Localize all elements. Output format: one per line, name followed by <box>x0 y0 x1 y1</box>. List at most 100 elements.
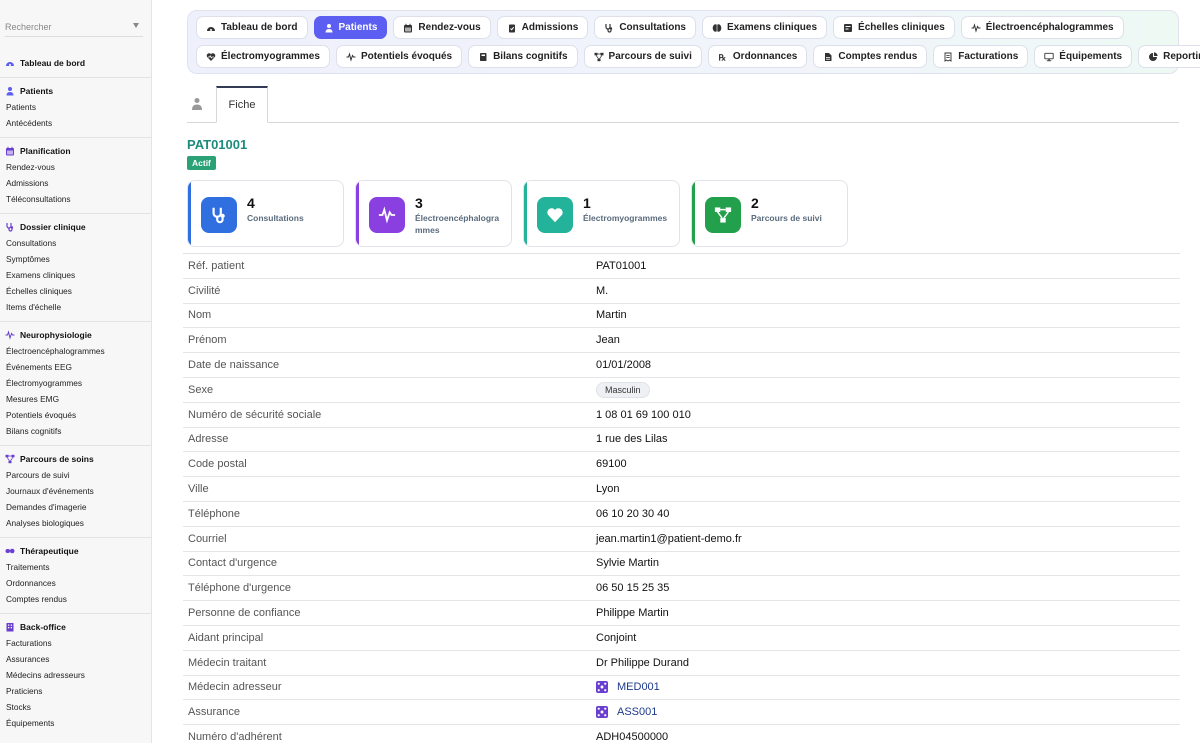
nav-button[interactable]: ℞ Ordonnances <box>707 45 808 68</box>
search-input[interactable] <box>5 17 123 37</box>
sidebar-heading-planning[interactable]: Planification <box>0 143 151 159</box>
user-icon <box>324 23 339 33</box>
monitor-icon <box>1044 52 1059 62</box>
sidebar-item[interactable]: Admissions <box>0 175 151 191</box>
tab-fiche[interactable]: Fiche <box>216 86 268 123</box>
sidebar-item[interactable]: Analyses biologiques <box>0 515 151 531</box>
sidebar-heading-clinical[interactable]: Dossier clinique <box>0 219 151 235</box>
sidebar-item[interactable]: Mesures EMG <box>0 391 151 407</box>
nav-button[interactable]: Facturations <box>933 45 1029 68</box>
sidebar-item[interactable]: Rendez-vous <box>0 159 151 175</box>
card-accent-bar <box>188 181 191 246</box>
sidebar-item[interactable]: Événements EEG <box>0 359 151 375</box>
pills-icon <box>5 546 15 556</box>
sidebar-item[interactable]: Traitements <box>0 559 151 575</box>
sidebar-item[interactable]: Antécédents <box>0 115 151 131</box>
sidebar-item[interactable]: Items d'échelle <box>0 299 151 315</box>
nav-button[interactable]: Électromyogrammes <box>196 45 330 68</box>
pie-chart-icon <box>1148 51 1163 62</box>
row-value: Jean <box>596 334 620 346</box>
nav-button[interactable]: Bilans cognitifs <box>468 45 578 68</box>
sidebar-heading-neuro[interactable]: Neurophysiologie <box>0 327 151 343</box>
table-row: Ville Lyon <box>183 477 1180 502</box>
card-accent-bar <box>356 181 359 246</box>
nav-button-label: Ordonnances <box>732 51 798 62</box>
sidebar-item[interactable]: Médecins adresseurs <box>0 667 151 683</box>
card-count: 2 <box>751 195 759 211</box>
stat-card[interactable]: 3 Électroencéphalogrammes <box>355 180 512 247</box>
nav-button[interactable]: Patients <box>313 16 388 39</box>
nav-button[interactable]: Rendez-vous <box>393 16 491 39</box>
reference-link[interactable]: MED001 <box>617 681 660 693</box>
sidebar-item[interactable]: Parcours de suivi <box>0 467 151 483</box>
nav-button[interactable]: Admissions <box>496 16 589 39</box>
sidebar-item[interactable]: Échelles cliniques <box>0 283 151 299</box>
nav-button[interactable]: Comptes rendus <box>813 45 928 68</box>
nav-button[interactable]: Électroencéphalogrammes <box>960 16 1124 39</box>
row-label: Code postal <box>188 458 247 471</box>
nav-button-label: Patients <box>338 22 378 33</box>
sidebar-item[interactable]: Symptômes <box>0 251 151 267</box>
table-row: Courriel jean.martin1@patient-demo.fr <box>183 527 1180 552</box>
sidebar-item[interactable]: Assurances <box>0 651 151 667</box>
sidebar-item[interactable]: Consultations <box>0 235 151 251</box>
nav-button[interactable]: Examens cliniques <box>702 16 828 39</box>
row-label: Numéro de sécurité sociale <box>188 408 322 421</box>
sidebar-heading-label: Neurophysiologie <box>20 330 92 340</box>
nav-button-label: Admissions <box>521 22 579 33</box>
card-label: Électromyogrammes <box>583 213 668 223</box>
sidebar-item[interactable]: Stocks <box>0 699 151 715</box>
nav-button[interactable]: Consultations <box>594 16 696 39</box>
nav-button[interactable]: Reporting <box>1138 45 1200 68</box>
sidebar-item[interactable]: Équipements <box>0 715 151 731</box>
sidebar-heading-dashboard[interactable]: Tableau de bord <box>0 55 151 71</box>
nav-button[interactable]: Tableau de bord <box>196 16 308 39</box>
sidebar-item[interactable]: Ordonnances <box>0 575 151 591</box>
nav-button[interactable]: Échelles cliniques <box>833 16 955 39</box>
sidebar-item[interactable]: Journaux d'événements <box>0 483 151 499</box>
sidebar-heading-therapy[interactable]: Thérapeutique <box>0 543 151 559</box>
row-value-text: 1 08 01 69 100 010 <box>596 408 691 421</box>
sidebar-heading-patients[interactable]: Patients <box>0 83 151 99</box>
sidebar-heading-label: Patients <box>20 86 54 96</box>
sidebar-heading-care[interactable]: Parcours de soins <box>0 451 151 467</box>
heart-pulse-icon <box>537 197 573 233</box>
sidebar-item[interactable]: Comptes rendus <box>0 591 151 607</box>
link-ref-icon <box>596 706 608 719</box>
sidebar-item[interactable]: Électromyogrammes <box>0 375 151 391</box>
sidebar-item[interactable]: Potentiels évoqués <box>0 407 151 423</box>
sidebar-heading-backoffice[interactable]: Back-office <box>0 619 151 635</box>
stat-card[interactable]: 1 Électromyogrammes <box>523 180 680 247</box>
sidebar-item[interactable]: Téléconsultations <box>0 191 151 207</box>
status-badge: Actif <box>187 156 216 170</box>
row-label: Médecin adresseur <box>188 681 282 694</box>
card-count: 1 <box>583 195 591 211</box>
patient-icon[interactable] <box>191 97 203 111</box>
user-icon <box>5 86 15 96</box>
row-value-text: M. <box>596 284 609 297</box>
stat-card[interactable]: 2 Parcours de suivi <box>691 180 848 247</box>
card-accent-bar <box>692 181 695 246</box>
sidebar-item[interactable]: Demandes d'imagerie <box>0 499 151 515</box>
stat-card[interactable]: 4 Consultations <box>187 180 344 247</box>
nav-button[interactable]: Potentiels évoqués <box>335 45 463 68</box>
chevron-down-icon[interactable] <box>133 23 139 28</box>
row-value-text: ADH04500000 <box>596 731 669 743</box>
row-value: jean.martin1@patient-demo.fr <box>596 533 742 545</box>
table-row: Date de naissance 01/01/2008 <box>183 353 1180 378</box>
row-label: Date de naissance <box>188 359 280 372</box>
row-value: ADH04500000 <box>596 731 668 743</box>
sidebar-item[interactable]: Facturations <box>0 635 151 651</box>
nav-button[interactable]: Parcours de suivi <box>583 45 702 68</box>
sidebar-item[interactable]: Électroencéphalogrammes <box>0 343 151 359</box>
sidebar-item[interactable]: Praticiens <box>0 683 151 699</box>
sidebar-item[interactable]: Patients <box>0 99 151 115</box>
record-tabs: Fiche <box>187 86 1179 123</box>
sidebar-item[interactable]: Bilans cognitifs <box>0 423 151 439</box>
reference-link[interactable]: ASS001 <box>617 706 657 718</box>
row-value-text: 1 rue des Lilas <box>596 433 668 446</box>
sidebar-item[interactable]: Examens cliniques <box>0 267 151 283</box>
row-value-text: PAT01001 <box>596 259 647 272</box>
nav-button[interactable]: Équipements <box>1034 45 1133 68</box>
row-label: Ville <box>188 483 209 496</box>
